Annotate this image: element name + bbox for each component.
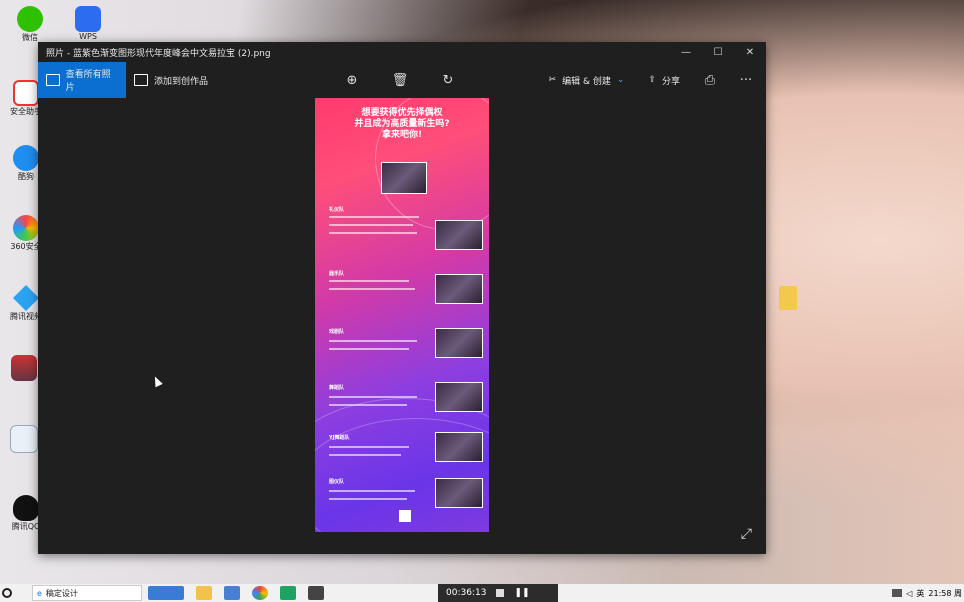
poster-text-line: [329, 454, 401, 456]
add-to-creation-button[interactable]: 添加到创作品: [126, 62, 216, 98]
poster-photo: [435, 328, 483, 358]
edit-create-button[interactable]: ✂ 编辑 & 创建 ⌄: [541, 62, 633, 98]
taskbar-app-icon[interactable]: [280, 586, 296, 600]
wps-icon: [75, 6, 101, 32]
poster-text-line: [329, 490, 415, 492]
system-tray: ◁ 英 21:58 周: [892, 584, 962, 602]
taskbar-app-icon[interactable]: [224, 586, 240, 600]
toolbar: 查看所有照片 添加到创作品 ⊕ 🗑 ↻ ✂ 编辑 & 创建 ⌄ ⇪ 分享 ⎙ ·…: [38, 62, 766, 98]
share-icon: ⇪: [648, 75, 656, 85]
poster-section: 器乐队: [329, 271, 345, 277]
add-creation-icon: [134, 74, 148, 86]
poster-text-line: [329, 498, 407, 500]
folder-icon[interactable]: [779, 286, 797, 310]
poster-text-line: [329, 216, 419, 218]
poster-text-line: [329, 446, 409, 448]
photos-window: 照片 - 蓝紫色渐变图形现代年度峰会中文易拉宝 (2).png — ☐ ✕ 查看…: [38, 42, 766, 554]
poster-photo: [435, 382, 483, 412]
poster-photo: [435, 432, 483, 462]
recording-timer: 00:36:13 ❚❚: [438, 584, 558, 602]
clock[interactable]: 21:58 周: [928, 588, 962, 599]
poster-text-line: [329, 348, 409, 350]
kugou-icon: [13, 145, 39, 171]
desktop-icon-wps[interactable]: WPS: [68, 6, 108, 41]
title-bar[interactable]: 照片 - 蓝紫色渐变图形现代年度峰会中文易拉宝 (2).png — ☐ ✕: [38, 42, 766, 62]
start-icon[interactable]: [2, 588, 12, 598]
photos-taskbar-icon[interactable]: [308, 586, 324, 600]
poster-text-line: [329, 340, 417, 342]
print-icon[interactable]: ⎙: [696, 66, 724, 94]
share-label: 分享: [661, 76, 680, 87]
taskbar-search[interactable]: e 稿定设计: [32, 585, 142, 601]
zoom-icon[interactable]: ⊕: [338, 66, 366, 94]
edge-icon: e: [37, 588, 42, 598]
window-title: 照片 - 蓝紫色渐变图形现代年度峰会中文易拉宝 (2).png: [46, 48, 271, 59]
document-icon: [10, 425, 38, 453]
share-button[interactable]: ⇪ 分享: [640, 62, 688, 98]
poster-photo: [435, 220, 483, 250]
image-file-icon: [11, 355, 37, 381]
poster-text-line: [329, 288, 415, 290]
taskbar-app-active[interactable]: [148, 586, 184, 600]
search-placeholder: 稿定设计: [45, 588, 78, 598]
view-all-label: 查看所有照片: [65, 70, 111, 93]
delete-icon[interactable]: 🗑: [386, 66, 414, 94]
more-button[interactable]: ···: [732, 66, 760, 94]
maximize-button[interactable]: ☐: [702, 42, 734, 62]
poster-section: 舞蹈队: [329, 385, 345, 391]
video-icon: [13, 285, 39, 311]
rotate-icon[interactable]: ↻: [434, 66, 462, 94]
qq-icon: [13, 495, 39, 521]
minimize-button[interactable]: —: [670, 42, 702, 62]
qr-code-icon: [399, 510, 411, 522]
view-all-photos-button[interactable]: 查看所有照片: [38, 62, 126, 98]
photos-icon: [46, 74, 60, 86]
desktop-icon-wechat[interactable]: 微信: [10, 6, 50, 43]
chrome-icon[interactable]: [252, 586, 268, 600]
speaker-icon[interactable]: ◁: [906, 589, 912, 598]
stop-icon[interactable]: [496, 589, 505, 597]
poster-text-line: [329, 232, 417, 234]
displayed-image[interactable]: 想要获得优先择偶权 并且成为高质量新生吗? 拿来吧你! 礼仪队 器乐队 戏剧队 …: [315, 98, 489, 532]
security-icon: [13, 80, 39, 106]
tray-icon[interactable]: [892, 589, 903, 597]
360-icon: [13, 215, 39, 241]
timer-value: 00:36:13: [446, 588, 487, 598]
fullscreen-icon[interactable]: ⤢: [741, 526, 752, 542]
pause-icon[interactable]: ❚❚: [514, 588, 529, 598]
file-explorer-icon[interactable]: [196, 586, 212, 600]
poster-text-line: [329, 280, 409, 282]
edit-create-label: 编辑 & 创建: [562, 76, 611, 87]
poster-section: 戏剧队: [329, 329, 345, 335]
add-to-creation-label: 添加到创作品: [154, 76, 209, 87]
poster-photo: [381, 162, 427, 194]
poster-text-line: [329, 224, 413, 226]
poster-photo: [435, 478, 483, 508]
close-button[interactable]: ✕: [734, 42, 766, 62]
edit-icon: ✂: [548, 75, 557, 85]
wechat-icon: [17, 6, 43, 32]
ime-indicator[interactable]: 英: [916, 588, 924, 599]
poster-text-line: [329, 396, 417, 398]
poster-section: 礼仪队: [329, 207, 345, 213]
poster-section: 图仪队: [329, 479, 345, 485]
poster-photo: [435, 274, 483, 304]
chevron-down-icon: ⌄: [616, 75, 625, 85]
poster-text-line: [329, 404, 407, 406]
poster-section: YJ舞蹈队: [329, 435, 350, 441]
